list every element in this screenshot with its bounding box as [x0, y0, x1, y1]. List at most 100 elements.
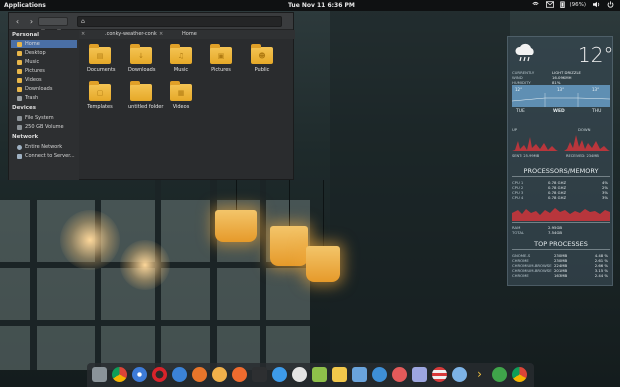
view-switcher[interactable]: ▦≡▥: [38, 17, 68, 35]
sticky-icon[interactable]: [332, 367, 347, 382]
total-row: TOTAL 7.54GB: [512, 230, 610, 235]
wallpaper-shadow: [330, 0, 510, 363]
calculator-icon[interactable]: [352, 367, 367, 382]
sidebar-item-pictures[interactable]: Pictures: [17, 67, 45, 75]
home-icon[interactable]: ⌂: [81, 18, 85, 25]
path-bar[interactable]: ⌂: [77, 16, 282, 27]
volume-icon[interactable]: [593, 1, 600, 8]
picture-icon: ▣: [217, 52, 225, 60]
forecast-graph: 12° 13° 13°: [512, 85, 610, 107]
template-icon: ▢: [96, 89, 104, 97]
tab-conky[interactable]: .conky-weather-conk: [105, 31, 157, 38]
download-icon: ↓: [138, 52, 144, 60]
notes-icon[interactable]: [292, 367, 307, 382]
messenger-icon[interactable]: [172, 367, 187, 382]
chat-icon[interactable]: [492, 367, 507, 382]
terminal-icon[interactable]: [252, 367, 267, 382]
network-icon: [17, 144, 22, 150]
sidebar-item-label: 250 GB Volume: [25, 124, 64, 130]
sidebar-item-music[interactable]: Music: [17, 58, 39, 66]
music-folder-icon: [17, 59, 22, 65]
home-folder-icon: [17, 41, 22, 47]
folder-label: Videos: [172, 104, 190, 110]
sidebar-item-entire-network[interactable]: Entire Network: [17, 143, 62, 151]
tab-home[interactable]: Home: [182, 31, 197, 38]
chromium-icon[interactable]: [132, 367, 147, 382]
back-button[interactable]: ‹: [13, 17, 22, 26]
files-icon[interactable]: [92, 367, 107, 382]
top-panel: Applications Tue Nov 11 6:36 PM (96%): [0, 0, 620, 11]
sidebar-item-label: Music: [25, 59, 40, 65]
forward-button[interactable]: ›: [27, 17, 36, 26]
folder-videos[interactable]: ▦ Videos: [168, 81, 194, 110]
desktop-folder-icon: [17, 50, 22, 56]
drive-icon: [17, 115, 22, 121]
people-icon: ☻: [258, 52, 266, 60]
wallpaper-glow: [60, 210, 120, 270]
sidebar-item-desktop[interactable]: Desktop: [17, 49, 46, 57]
battery-percent: (96%): [569, 1, 586, 8]
server-icon: [17, 153, 22, 159]
battery-icon: [560, 1, 567, 8]
forecast-lines: [512, 93, 610, 107]
folder-public[interactable]: ☻ Public: [249, 44, 275, 73]
sidebar-item-videos[interactable]: Videos: [17, 76, 42, 84]
flag-icon[interactable]: [432, 367, 447, 382]
hedgehog-icon[interactable]: [212, 367, 227, 382]
sidebar-item-label: Pictures: [25, 68, 45, 74]
clock[interactable]: Tue Nov 11 6:36 PM: [288, 2, 355, 9]
sidebar-item-label: File System: [25, 115, 54, 121]
twitter-icon[interactable]: [232, 367, 247, 382]
mail-icon[interactable]: [546, 1, 555, 8]
firefox-icon[interactable]: [192, 367, 207, 382]
battery-indicator[interactable]: (96%): [560, 1, 586, 8]
sidebar-header-devices: Devices: [12, 105, 37, 111]
chrome-icon[interactable]: [112, 367, 127, 382]
process-name: CHROME: [512, 273, 529, 278]
file-manager-toolbar: ‹ › ▦≡▥ ⌂: [9, 13, 293, 35]
folder-downloads[interactable]: ↓ Downloads: [128, 44, 155, 73]
sidebar-item-volume[interactable]: 250 GB Volume: [17, 123, 64, 131]
document-icon: ▤: [96, 52, 104, 60]
browser-icon[interactable]: [452, 367, 467, 382]
total-label: TOTAL: [512, 230, 525, 235]
folder-music[interactable]: ♫ Music: [168, 44, 194, 73]
lamp: [215, 210, 257, 242]
tab-close-icon[interactable]: ×: [81, 31, 85, 38]
sidebar-item-home[interactable]: Home: [11, 40, 77, 48]
network-graph: [512, 135, 610, 151]
drive-icon: [17, 124, 22, 130]
wallpaper-bar: [210, 170, 217, 370]
sidebar-item-downloads[interactable]: Downloads: [17, 85, 52, 93]
net-received: RECEIVED: 234MB: [566, 154, 599, 158]
opera-icon[interactable]: [152, 367, 167, 382]
weather-temperature: 12°: [578, 43, 614, 67]
folder-documents[interactable]: ▤ Documents: [87, 44, 116, 73]
folder-view: ▤ Documents ↓ Downloads ♫ Music ▣ Pictur…: [79, 39, 293, 179]
documents-icon[interactable]: [412, 367, 427, 382]
applications-menu[interactable]: Applications: [4, 2, 46, 9]
process-mem: 163MB: [554, 273, 568, 278]
chrome-2-icon[interactable]: [512, 367, 527, 382]
sidebar-item-file-system[interactable]: File System: [17, 114, 54, 122]
cpu-percent: 3%: [601, 195, 608, 200]
sidebar-item-label: Connect to Server...: [25, 153, 75, 159]
power-icon[interactable]: [607, 1, 614, 8]
top-processes-heading: TOP PROCESSES: [534, 240, 588, 248]
process-percent: 2.44 %: [594, 273, 608, 278]
cpu-name: CPU 4: [512, 195, 524, 200]
folder-untitled[interactable]: untitled folder: [128, 81, 163, 110]
sidebar-item-trash[interactable]: Trash: [17, 94, 38, 102]
image-viewer-icon[interactable]: [312, 367, 327, 382]
settings-icon[interactable]: [392, 367, 407, 382]
sidebar-item-connect-server[interactable]: Connect to Server...: [17, 152, 75, 160]
chevron-icon[interactable]: ›: [472, 367, 487, 382]
folder-pictures[interactable]: ▣ Pictures: [208, 44, 234, 73]
wifi-icon[interactable]: [532, 1, 540, 8]
folder-templates[interactable]: ▢ Templates: [87, 81, 113, 110]
music-icon[interactable]: [372, 367, 387, 382]
tab-close-icon[interactable]: ×: [159, 31, 163, 38]
yen-icon[interactable]: [272, 367, 287, 382]
cloud-rain-icon: [513, 43, 537, 64]
folder-label: Music: [173, 67, 189, 73]
